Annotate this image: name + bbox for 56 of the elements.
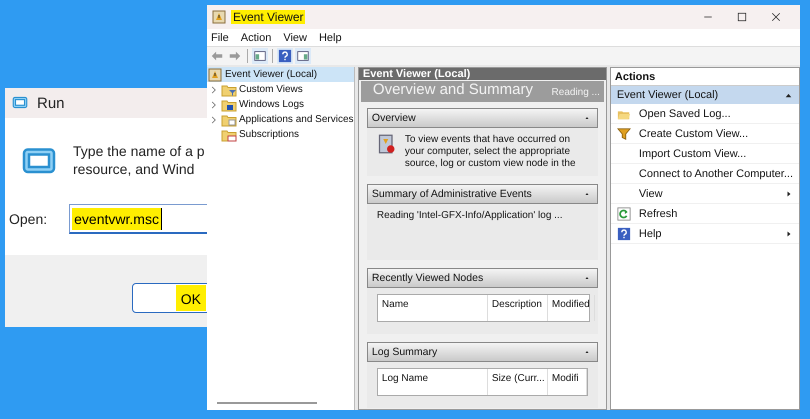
show-actions-button[interactable] — [295, 48, 311, 64]
section-header[interactable]: Summary of Administrative Events — [366, 184, 598, 204]
command-item[interactable]: Import Custom View... — [610, 144, 799, 164]
command-item[interactable]: View — [610, 184, 799, 204]
help-icon — [616, 226, 631, 240]
help-icon — [278, 49, 292, 63]
tree-item[interactable]: Custom Views — [207, 82, 354, 97]
funnel-icon — [616, 126, 631, 140]
menu-item[interactable]: File — [211, 32, 229, 44]
window-title: Event Viewer — [231, 10, 306, 24]
pane-icon — [253, 49, 267, 63]
tree-item[interactable]: Windows Logs — [207, 97, 354, 112]
banner: Overview and Summary Reading ... — [360, 81, 604, 102]
column-header[interactable]: Modified — [548, 295, 595, 321]
right-arrow-icon — [228, 49, 242, 63]
action-group-header[interactable]: Event Viewer (Local) — [610, 86, 799, 104]
command-item[interactable]: Refresh — [610, 204, 799, 224]
column-header[interactable]: Log Name — [378, 369, 488, 395]
section-header[interactable]: Log Summary — [366, 342, 598, 362]
event-log-icon — [211, 9, 227, 25]
submenu-arrow-icon — [785, 190, 793, 198]
pane-header: Event Viewer (Local) — [358, 68, 606, 80]
maximize-icon — [736, 11, 748, 23]
prompt-text: Type the name of a p resource, and Wind — [73, 142, 205, 179]
menu-item[interactable]: View — [283, 32, 307, 44]
menu-item[interactable]: Help — [318, 32, 342, 44]
section-header[interactable]: Recently Viewed Nodes — [366, 268, 598, 288]
column-header[interactable]: Size (Curr... — [488, 369, 548, 395]
input-field[interactable]: eventvwr.msc — [69, 204, 207, 234]
command-item[interactable]: Create Custom View... — [610, 124, 799, 144]
command-item[interactable]: Connect to Another Computer... — [610, 164, 799, 184]
event-log-icon — [376, 134, 397, 154]
open-label: Open: — [9, 211, 48, 227]
menu-item[interactable]: Action — [240, 32, 272, 44]
horizontal-scrollbar[interactable] — [217, 402, 317, 404]
event-log-icon — [207, 66, 223, 82]
column-header[interactable]: Modifi — [548, 369, 587, 395]
help-button[interactable] — [277, 48, 293, 64]
refresh-icon — [616, 206, 631, 220]
pane-icon — [296, 49, 310, 63]
close-icon — [770, 11, 782, 23]
section-header[interactable]: Overview — [366, 108, 598, 128]
submenu-arrow-icon — [785, 230, 793, 238]
tree-item[interactable]: Subscriptions — [207, 127, 354, 142]
show-tree-button[interactable] — [252, 48, 268, 64]
ok-button[interactable]: OK — [132, 283, 207, 313]
tree-item[interactable]: Event Viewer (Local) — [207, 67, 354, 82]
command-item[interactable]: Help — [610, 224, 799, 244]
command-item[interactable]: Open Saved Log... — [610, 104, 799, 124]
tree-item[interactable]: Applications and Services — [207, 112, 354, 127]
left-arrow-icon — [210, 49, 224, 63]
status-text: Reading 'Intel-GFX-Info/Application' log ... — [376, 210, 562, 223]
column-header[interactable]: Description — [488, 295, 548, 321]
column-header[interactable]: Name — [378, 295, 488, 321]
overview-text: To view events that have occurred on your computer, select the appropriate source, log or custom view node in the — [404, 134, 576, 170]
dialog-title: Run — [37, 94, 65, 112]
